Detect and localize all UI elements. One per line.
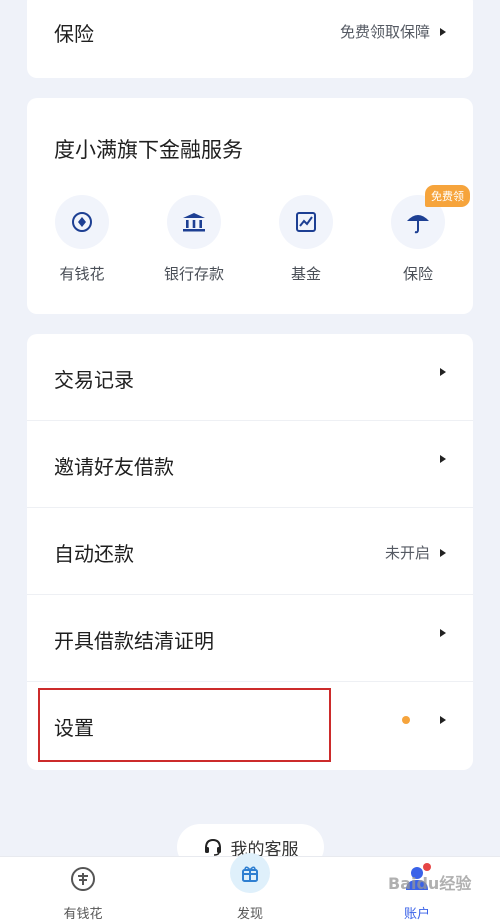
arrow-right-icon: [440, 548, 446, 557]
free-badge: 免费领: [425, 185, 470, 207]
gift-icon-bg: [230, 853, 270, 893]
services-title: 度小满旗下金融服务: [54, 138, 243, 162]
auto-repay-status: 未开启: [384, 544, 430, 562]
gift-icon: [242, 866, 258, 882]
menu-item-auto-repay[interactable]: 自动还款 未开启: [27, 508, 473, 595]
service-insurance[interactable]: 保险 免费领: [373, 185, 470, 284]
menu-item-label: 交易记录: [54, 368, 134, 392]
service-label: 基金: [290, 265, 321, 283]
insurance-link[interactable]: 免费领取保障: [340, 21, 446, 42]
financial-services-card: 度小满旗下金融服务 有钱花 银行存款 基金 保险 免费领: [27, 98, 473, 314]
arrow-right-icon: [440, 629, 446, 637]
service-label: 银行存款: [163, 265, 224, 283]
menu-item-settlement-certificate[interactable]: 开具借款结清证明: [27, 595, 473, 682]
nav-label: 有钱花: [63, 907, 103, 921]
diamond-coin-icon: [72, 212, 92, 232]
insurance-card[interactable]: 保险 免费领取保障: [27, 0, 473, 78]
arrow-right-icon: [440, 455, 446, 463]
menu-item-label: 自动还款: [54, 542, 134, 566]
nav-tab-youqianhua[interactable]: 有钱花: [23, 857, 143, 921]
umbrella-icon: [407, 215, 429, 234]
arrow-right-icon: [440, 716, 446, 724]
insurance-subtitle: 免费领取保障: [339, 23, 430, 41]
menu-item-label: 邀请好友借款: [54, 455, 174, 479]
service-label: 有钱花: [59, 265, 105, 283]
fund-chart-icon: [296, 212, 316, 232]
service-youqianhua[interactable]: 有钱花: [37, 195, 127, 284]
nav-label: 发现: [236, 907, 263, 921]
arrow-right-icon: [440, 368, 446, 376]
service-label: 保险: [402, 265, 433, 283]
service-bank-deposit[interactable]: 银行存款: [149, 195, 239, 284]
nav-tab-discover[interactable]: 发现: [190, 853, 310, 921]
service-fund[interactable]: 基金: [261, 195, 351, 284]
arrow-right-icon: [440, 27, 446, 36]
nav-label: 账户: [403, 907, 430, 921]
insurance-title: 保险: [54, 22, 94, 46]
menu-item-invite-friends[interactable]: 邀请好友借款: [27, 421, 473, 508]
menu-item-transaction-records[interactable]: 交易记录: [27, 334, 473, 421]
coin-icon: [71, 867, 95, 891]
bank-icon: [183, 213, 205, 232]
headset-icon: [204, 838, 221, 856]
settings-highlight-box: [38, 688, 331, 762]
watermark: Baidu经验: [388, 874, 472, 893]
menu-item-label: 开具借款结清证明: [54, 629, 214, 653]
notification-dot: [402, 716, 410, 724]
